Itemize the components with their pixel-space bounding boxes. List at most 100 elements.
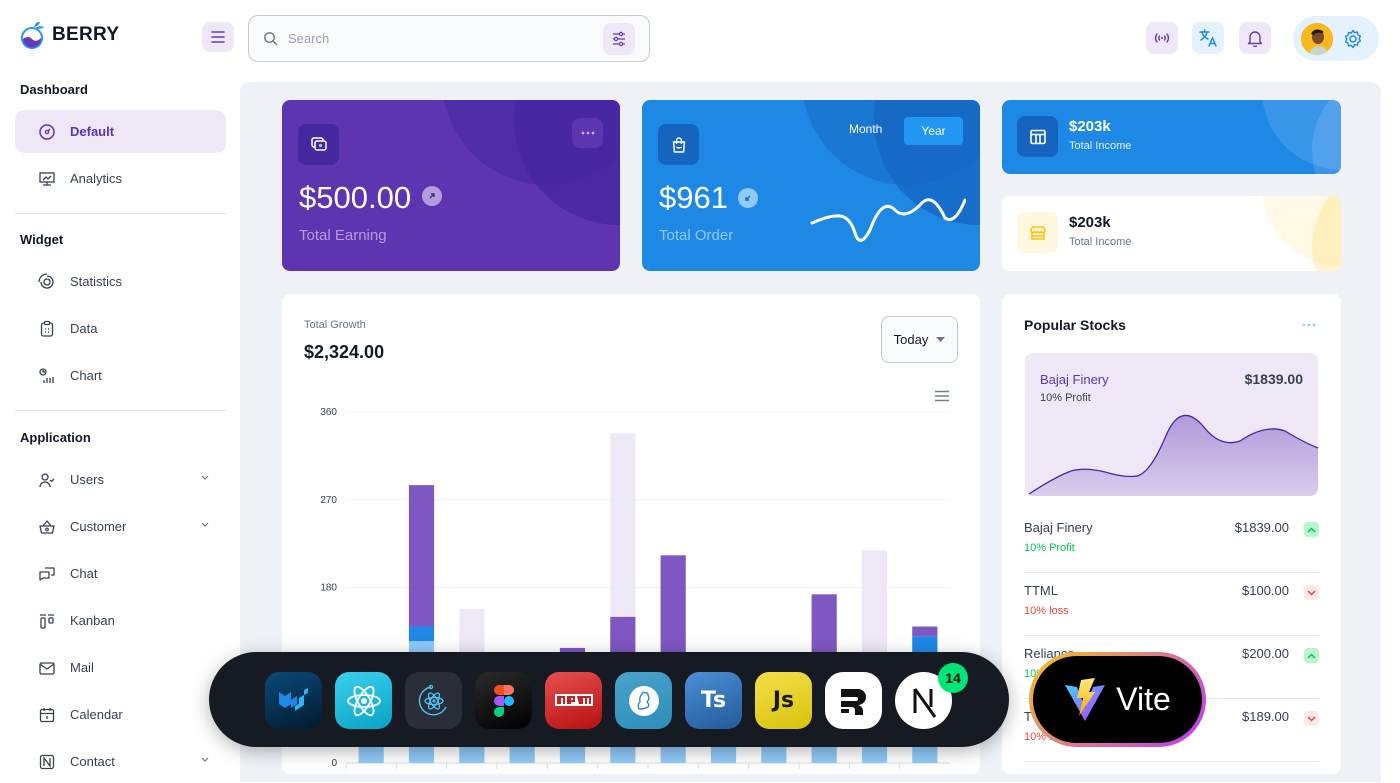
typescript-icon: Ts xyxy=(700,688,727,713)
statistics-icon xyxy=(37,272,57,291)
sidebar-item-customer[interactable]: Customer xyxy=(15,505,226,548)
dock-app-javascript[interactable]: Js xyxy=(755,672,812,729)
total-income-card-light: $203k Total Income xyxy=(1002,196,1341,271)
sidebar-item-label: Customer xyxy=(70,519,127,534)
table-icon-box xyxy=(1017,116,1058,157)
featured-stock-name: Bajaj Finery xyxy=(1040,372,1109,387)
dock-app-typescript[interactable]: Ts xyxy=(685,672,742,729)
sidebar-item-label: Chart xyxy=(70,368,102,383)
earning-value: $500.00 xyxy=(299,180,412,215)
bar-segment-maintenance[interactable] xyxy=(610,433,636,617)
calendar-icon xyxy=(37,706,57,724)
bar-segment-profit[interactable] xyxy=(912,626,938,637)
menu-icon xyxy=(211,31,225,43)
sidebar-item-kanban[interactable]: Kanban xyxy=(15,599,226,642)
clipboard-icon xyxy=(37,320,57,338)
stock-row[interactable]: Bajaj Finery 10% Profit $1839.00 xyxy=(1024,510,1319,573)
sidebar-item-default[interactable]: Default xyxy=(15,110,226,153)
broadcast-icon xyxy=(1154,33,1170,43)
sidebar-item-label: Chat xyxy=(70,566,98,581)
javascript-icon: Js xyxy=(772,688,795,713)
sidebar-item-chat[interactable]: Chat xyxy=(15,552,226,595)
dock-app-figma[interactable] xyxy=(475,672,532,729)
total-income-card-dark: $203k Total Income xyxy=(1002,100,1341,174)
tech-stack-dock: Ts Js 14 xyxy=(209,652,1009,747)
dock-app-npm[interactable] xyxy=(545,672,602,729)
chevron-down-icon xyxy=(1307,589,1316,596)
stock-name: Bajaj Finery xyxy=(1024,520,1093,535)
tab-month[interactable]: Month xyxy=(849,122,882,136)
section-title-dashboard: Dashboard xyxy=(20,82,88,97)
dock-app-react[interactable] xyxy=(335,672,392,729)
sidebar-item-label: Users xyxy=(70,472,104,487)
more-button[interactable] xyxy=(572,118,603,148)
table-icon xyxy=(1029,129,1046,144)
featured-stock: Bajaj Finery 10% Profit $1839.00 xyxy=(1025,353,1318,496)
income-value: $203k xyxy=(1069,214,1111,231)
profile-button[interactable] xyxy=(1293,16,1379,61)
analytics-icon xyxy=(37,170,57,188)
sidebar-item-statistics[interactable]: Statistics xyxy=(15,260,226,303)
bar-segment-profit[interactable] xyxy=(408,485,435,627)
sidebar-item-data[interactable]: Data xyxy=(15,307,226,350)
trend-up-indicator xyxy=(1304,648,1319,663)
search-input[interactable] xyxy=(288,31,603,46)
arrow-up-right-icon xyxy=(429,193,435,199)
sidebar-item-users[interactable]: Users xyxy=(15,458,226,501)
sidebar-item-calendar[interactable]: Calendar xyxy=(15,693,226,736)
period-select[interactable]: Today xyxy=(881,316,958,363)
sidebar-item-mail[interactable]: Mail xyxy=(15,646,226,689)
sidebar-item-label: Kanban xyxy=(70,613,115,628)
tab-year[interactable]: Year xyxy=(904,117,963,145)
stock-row[interactable]: TTML 10% loss $100.00 xyxy=(1024,573,1319,636)
dock-app-yarn[interactable] xyxy=(615,672,672,729)
broadcast-button[interactable] xyxy=(1146,22,1178,54)
translate-button[interactable] xyxy=(1192,22,1224,54)
decor-circle xyxy=(514,100,620,225)
vite-badge[interactable]: Vite xyxy=(1029,652,1206,747)
users-icon xyxy=(37,471,57,489)
total-earning-card: $500.00 Total Earning xyxy=(282,100,620,271)
more-horizontal-icon[interactable] xyxy=(1302,323,1316,327)
income-value: $203k xyxy=(1069,118,1111,135)
dock-app-redux-saga[interactable] xyxy=(405,672,462,729)
total-order-card: Month Year $961 Total Order xyxy=(642,100,980,271)
y-tick-label: 270 xyxy=(320,495,337,506)
sidebar-item-label: Analytics xyxy=(70,171,123,186)
sidebar-item-contact[interactable]: Contact xyxy=(15,740,226,783)
nextjs-icon xyxy=(913,687,936,718)
trend-up-indicator xyxy=(1304,522,1319,537)
chat-icon xyxy=(37,565,57,583)
vite-icon xyxy=(1065,677,1106,721)
logo[interactable]: BERRY xyxy=(20,20,119,50)
sidebar-item-label: Calendar xyxy=(70,707,123,722)
store-icon-box xyxy=(1017,212,1058,253)
dock-app-mui[interactable] xyxy=(265,672,322,729)
chevron-down-icon xyxy=(1307,715,1316,722)
dock-app-remix[interactable] xyxy=(825,672,882,729)
trend-up-badge xyxy=(422,186,442,206)
menu-toggle-button[interactable] xyxy=(202,22,234,52)
featured-stock-area-chart xyxy=(1028,414,1318,496)
income-label: Total Income xyxy=(1069,236,1132,248)
vite-label: Vite xyxy=(1116,681,1171,717)
chart-icon xyxy=(37,367,57,385)
stocks-title: Popular Stocks xyxy=(1024,317,1126,333)
bar-segment-loss[interactable] xyxy=(408,626,435,642)
npm-icon xyxy=(554,693,593,706)
stock-price: $200.00 xyxy=(1242,646,1289,661)
stock-price: $1839.00 xyxy=(1234,520,1289,535)
y-tick-label: 180 xyxy=(320,583,337,594)
basket-icon xyxy=(37,518,57,536)
earning-label: Total Earning xyxy=(299,227,387,244)
dashboard-icon xyxy=(37,123,57,141)
notifications-button[interactable] xyxy=(1239,22,1271,54)
featured-stock-price: $1839.00 xyxy=(1244,371,1303,387)
sidebar-item-analytics[interactable]: Analytics xyxy=(15,157,226,200)
trend-down-indicator xyxy=(1304,711,1319,726)
y-tick-label: 360 xyxy=(320,407,337,418)
filter-button[interactable] xyxy=(603,22,635,55)
mui-icon xyxy=(278,687,308,711)
caret-down-icon xyxy=(936,337,946,342)
sidebar-item-chart[interactable]: Chart xyxy=(15,354,226,397)
